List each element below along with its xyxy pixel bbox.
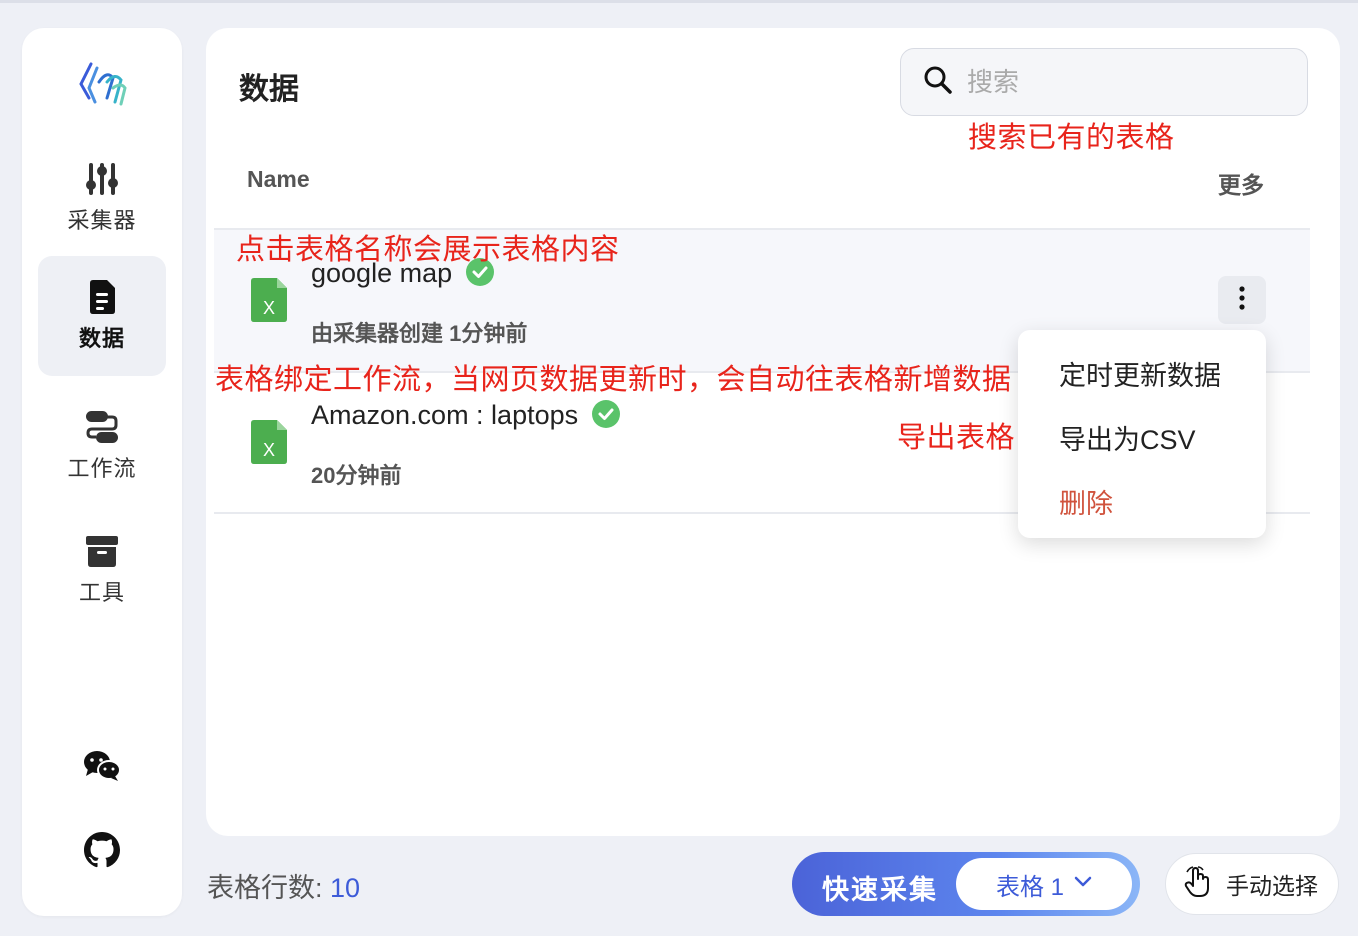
hand-pointer-icon <box>1184 865 1214 903</box>
sidebar-item-data[interactable]: 数据 <box>38 256 166 376</box>
search-input[interactable] <box>967 66 1287 98</box>
search-icon <box>923 65 953 100</box>
quick-collect-label: 快速采集 <box>822 875 938 905</box>
row-count-value: 10 <box>330 873 361 903</box>
annotation-click-name: 点击表格名称会展示表格内容 <box>236 234 620 266</box>
more-options-button[interactable] <box>1218 276 1266 324</box>
manual-select-label: 手动选择 <box>1226 873 1318 899</box>
sidebar-item-label: 工作流 <box>67 456 137 481</box>
menu-item-schedule-update[interactable]: 定时更新数据 <box>1059 354 1221 393</box>
sidebar-item-label: 采集器 <box>67 208 137 233</box>
sidebar-item-collector[interactable]: 采集器 <box>38 138 166 258</box>
kebab-menu-icon <box>1238 285 1246 316</box>
row-subtitle: 20分钟前 <box>311 463 402 488</box>
sidebar-item-label: 工具 <box>78 580 125 605</box>
menu-item-export-csv[interactable]: 导出为CSV <box>1059 418 1196 457</box>
column-header-more: 更多 <box>1218 172 1264 198</box>
row-count-label: 表格行数: <box>207 873 323 903</box>
table-select-dropdown[interactable]: 表格 1 <box>956 858 1132 910</box>
github-icon[interactable] <box>82 830 122 870</box>
app-logo <box>77 58 129 110</box>
document-icon <box>84 279 120 315</box>
sidebar: 采集器 数据 工作流 工具 <box>22 28 182 916</box>
window-top-edge <box>0 0 1358 3</box>
workflow-icon <box>84 409 120 445</box>
sidebar-item-workflow[interactable]: 工作流 <box>38 386 166 506</box>
sliders-icon <box>84 161 120 197</box>
more-options-menu: 定时更新数据 导出为CSV 删除 <box>1018 330 1266 538</box>
svg-text:X: X <box>263 440 275 460</box>
annotation-workflow: 表格绑定工作流，当网页数据更新时，会自动往表格新增数据 <box>215 364 1012 396</box>
excel-file-icon: X <box>251 420 287 464</box>
page-title: 数据 <box>239 73 299 106</box>
table-name-link[interactable]: Amazon.com : laptops <box>311 400 621 431</box>
row-title-text: Amazon.com : laptops <box>311 400 579 430</box>
quick-collect-button[interactable]: 快速采集 表格 1 <box>792 852 1140 916</box>
check-circle-icon <box>592 400 621 428</box>
sidebar-item-label: 数据 <box>78 326 125 351</box>
archive-box-icon <box>84 533 120 569</box>
column-header-name: Name <box>247 166 310 192</box>
svg-text:X: X <box>263 298 275 318</box>
row-subtitle: 由采集器创建 1分钟前 <box>311 321 528 346</box>
manual-select-button[interactable]: 手动选择 <box>1165 853 1339 915</box>
search-box[interactable] <box>900 48 1308 116</box>
excel-file-icon: X <box>251 278 287 322</box>
table-select-label: 表格 1 <box>995 873 1064 901</box>
annotation-export: 导出表格 <box>897 422 1016 454</box>
annotation-search: 搜索已有的表格 <box>968 122 1175 154</box>
chevron-down-icon <box>1074 875 1092 893</box>
wechat-icon[interactable] <box>82 746 122 786</box>
sidebar-item-tools[interactable]: 工具 <box>38 510 166 630</box>
row-count: 表格行数: 10 <box>207 866 360 905</box>
menu-item-delete[interactable]: 删除 <box>1059 482 1113 521</box>
